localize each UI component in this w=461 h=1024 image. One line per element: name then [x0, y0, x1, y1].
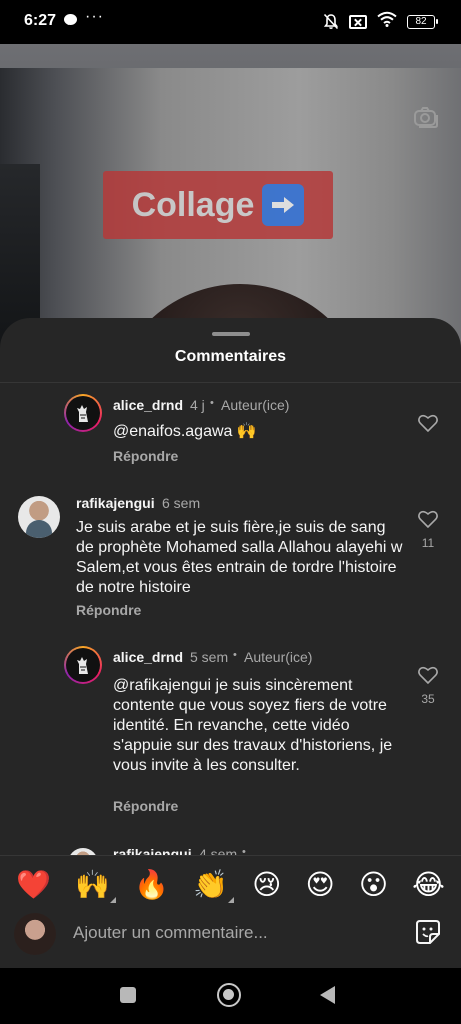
comment: rafikajengui 6 sem Je suis arabe et je s… [0, 488, 461, 624]
comment-username[interactable]: rafikajengui [76, 495, 155, 511]
comment-input[interactable]: Ajouter un commentaire... [73, 923, 268, 943]
comment-text: @enaifos.agawa 🙌 [113, 423, 257, 440]
wifi-icon [377, 11, 397, 32]
avatar[interactable] [18, 496, 60, 538]
heart-icon[interactable] [417, 666, 439, 689]
divider [0, 382, 461, 383]
recents-button[interactable] [120, 987, 136, 1003]
chat-bubble-icon [64, 14, 77, 25]
meta-separator: • [210, 397, 214, 409]
emoji-laughing[interactable]: 😂 [412, 870, 445, 899]
collage-sticker: Collage [103, 171, 333, 239]
status-bar: 6:27 ··· 82 [0, 0, 461, 44]
like-count: 11 [421, 536, 435, 550]
comment-text: @rafikajengui je suis sincèrement conten… [113, 677, 393, 774]
comment-time: 4 j [190, 397, 205, 413]
back-button[interactable] [320, 986, 335, 1004]
reply-button[interactable]: Répondre [113, 448, 178, 464]
sim-off-icon [349, 14, 367, 29]
emoji-heart-eyes[interactable]: 😍 [305, 870, 334, 899]
status-time: 6:27 [24, 12, 57, 29]
system-nav-bar [0, 968, 461, 1024]
comment-time: 6 sem [162, 495, 201, 511]
heart-icon[interactable] [417, 510, 439, 533]
emoji-raising-hands[interactable]: 🙌 [75, 870, 116, 903]
emoji-reaction-bar: ❤️ 🙌 🔥 👏 😢 😍 😮 😂 [0, 855, 461, 913]
avatar[interactable] [64, 646, 102, 684]
comment-reply: alice_drnd 4 j • Auteur(ice) @enaifos.ag… [0, 390, 461, 470]
more-dots-icon: ··· [85, 8, 104, 25]
comment-reply: alice_drnd 5 sem • Auteur(ice) @rafikaje… [0, 642, 461, 818]
like-count: 35 [421, 692, 435, 706]
comment-composer: Ajouter un commentaire... [0, 913, 461, 968]
comment-text: Je suis arabe et je suis fière,je suis d… [76, 519, 403, 596]
emoji-crying[interactable]: 😢 [252, 870, 281, 899]
sheet-title: Commentaires [174, 348, 287, 365]
author-badge: Auteur(ice) [221, 397, 290, 413]
comment-time: 5 sem [190, 649, 229, 665]
user-avatar [14, 913, 56, 955]
reply-button[interactable]: Répondre [113, 798, 178, 814]
comment-username[interactable]: alice_drnd [113, 649, 183, 665]
status-icons: 82 [323, 11, 438, 32]
avatar[interactable] [64, 394, 102, 432]
emoji-heart[interactable]: ❤️ [16, 870, 51, 899]
drag-handle[interactable] [212, 332, 250, 336]
camera-icon[interactable] [413, 106, 438, 128]
reply-button[interactable]: Répondre [76, 602, 141, 618]
mute-bell-icon [323, 13, 339, 30]
emoji-surprised[interactable]: 😮 [359, 870, 388, 899]
heart-icon[interactable] [417, 414, 439, 437]
home-button[interactable] [217, 983, 241, 1007]
sticker-icon[interactable] [415, 919, 441, 945]
emoji-fire[interactable]: 🔥 [134, 870, 169, 899]
battery-icon: 82 [407, 14, 438, 29]
collage-sticker-text: Collage [131, 185, 255, 224]
author-badge: Auteur(ice) [244, 649, 313, 665]
arrow-right-icon [262, 184, 305, 226]
emoji-clap[interactable]: 👏 [193, 870, 234, 903]
comment-username[interactable]: alice_drnd [113, 397, 183, 413]
meta-separator: • [233, 649, 237, 661]
